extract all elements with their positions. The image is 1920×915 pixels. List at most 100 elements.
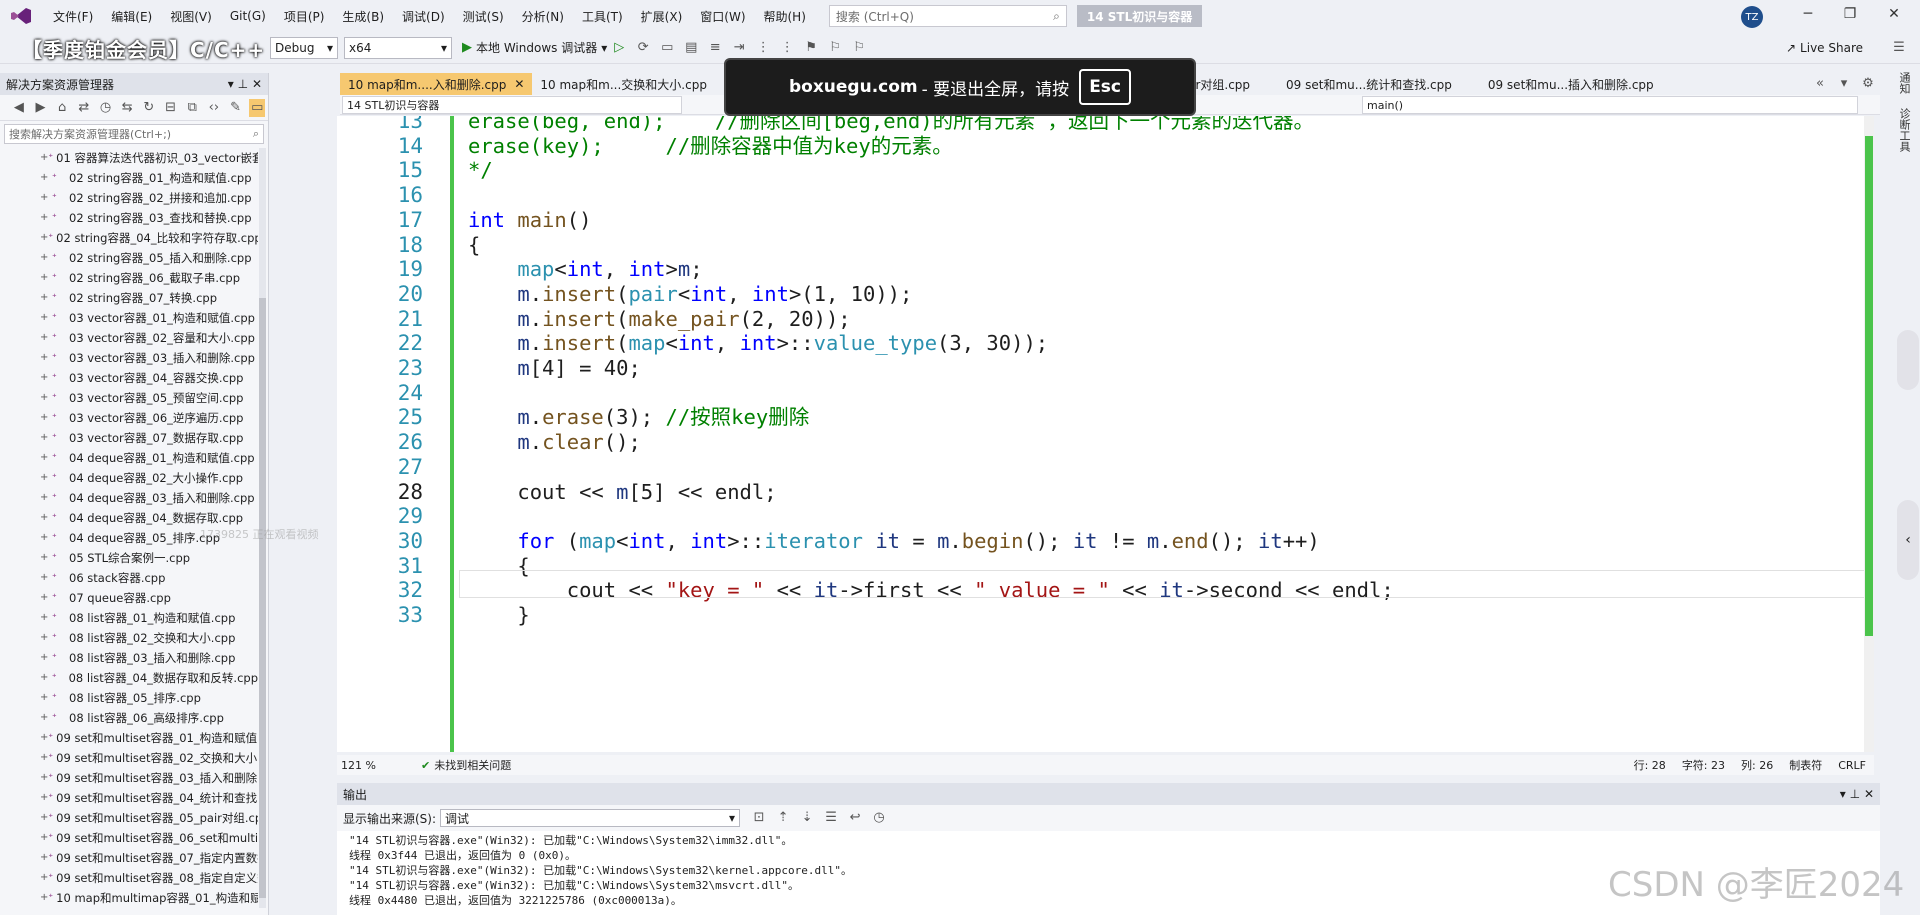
expand-icon[interactable]: + bbox=[40, 508, 52, 528]
solution-file-item[interactable]: + ⁺ 08 list容器_01_构造和赋值.cpp bbox=[0, 608, 258, 628]
expand-icon[interactable]: + bbox=[40, 708, 52, 728]
comment-icon[interactable]: ⋮ bbox=[754, 39, 772, 57]
tab-active[interactable]: 10 map和m....入和删除.cpp ✕ bbox=[340, 73, 533, 95]
expand-icon[interactable]: + bbox=[40, 868, 48, 888]
menu-project[interactable]: 项目(P) bbox=[275, 8, 334, 25]
expand-icon[interactable]: + bbox=[40, 388, 52, 408]
find-message-icon[interactable]: ⊡ bbox=[750, 809, 768, 827]
start-debugging-button[interactable]: ▶ 本地 Windows 调试器 ▾ bbox=[462, 39, 607, 56]
solution-file-item[interactable]: +⁺09 set和multiset容器_07_指定内置数据类型排 bbox=[0, 848, 258, 868]
tabs-indicator[interactable]: 制表符 bbox=[1789, 757, 1822, 773]
timestamp-icon[interactable]: ◷ bbox=[870, 809, 888, 827]
solution-file-item[interactable]: + ⁺ 02 string容器_06_截取子串.cpp bbox=[0, 268, 258, 288]
prev-message-icon[interactable]: ⇡ bbox=[774, 809, 792, 827]
solution-file-item[interactable]: + ⁺ 02 string容器_01_构造和赋值.cpp bbox=[0, 168, 258, 188]
solution-file-item[interactable]: + ⁺ 03 vector容器_03_插入和删除.cpp bbox=[0, 348, 258, 368]
sync-icon[interactable]: ⇆ bbox=[119, 99, 135, 117]
notifications-tab[interactable]: 通知 bbox=[1896, 72, 1912, 94]
solution-file-item[interactable]: +⁺09 set和multiset容器_06_set和multiset区别.c bbox=[0, 828, 258, 848]
menu-extensions[interactable]: 扩展(X) bbox=[632, 8, 692, 25]
properties-icon[interactable]: ✎ bbox=[228, 99, 244, 117]
expand-icon[interactable]: + bbox=[40, 568, 52, 588]
scroll-handle[interactable] bbox=[1897, 330, 1919, 390]
tab-overflow-icon[interactable]: « bbox=[1811, 75, 1829, 93]
solution-file-item[interactable]: + ⁺ 03 vector容器_07_数据存取.cpp bbox=[0, 428, 258, 448]
solution-file-item[interactable]: + ⁺ 03 vector容器_06_逆序遍历.cpp bbox=[0, 408, 258, 428]
switch-views-icon[interactable]: ⇄ bbox=[76, 99, 92, 117]
solution-file-item[interactable]: + ⁺ 04 deque容器_04_数据存取.cpp bbox=[0, 508, 258, 528]
menu-tools[interactable]: 工具(T) bbox=[573, 8, 632, 25]
solution-file-item[interactable]: +⁺09 set和multiset容器_03_插入和删除.cpp bbox=[0, 768, 258, 788]
expand-icon[interactable]: + bbox=[40, 308, 52, 328]
solution-file-item[interactable]: + ⁺ 02 string容器_04_比较和字符存取.cpp bbox=[0, 228, 258, 248]
expand-icon[interactable]: + bbox=[40, 328, 52, 348]
pin-icon[interactable]: ⊥ bbox=[238, 77, 248, 91]
restore-icon[interactable]: ❐ bbox=[1838, 6, 1862, 26]
prev-bookmark-icon[interactable]: ⚐ bbox=[826, 39, 844, 57]
expand-icon[interactable]: + bbox=[40, 588, 52, 608]
solution-file-item[interactable]: + ⁺ 03 vector容器_04_容器交换.cpp bbox=[0, 368, 258, 388]
expand-icon[interactable]: + bbox=[40, 808, 48, 828]
menu-build[interactable]: 生成(B) bbox=[333, 8, 393, 25]
expand-icon[interactable]: + bbox=[40, 528, 52, 548]
hot-reload-icon[interactable]: ⟳ bbox=[634, 39, 652, 57]
expand-icon[interactable]: + bbox=[40, 748, 48, 768]
close-icon[interactable]: ✕ bbox=[1882, 6, 1906, 26]
expand-icon[interactable]: + bbox=[40, 488, 52, 508]
solution-file-item[interactable]: + ⁺ 03 vector容器_01_构造和赋值.cpp bbox=[0, 308, 258, 328]
solution-file-item[interactable]: + ⁺ 02 string容器_07_转换.cpp bbox=[0, 288, 258, 308]
expand-icon[interactable]: + bbox=[40, 368, 52, 388]
menu-test[interactable]: 测试(S) bbox=[454, 8, 513, 25]
avatar[interactable]: TZ bbox=[1741, 6, 1763, 28]
close-panel-icon[interactable]: ✕ bbox=[252, 77, 262, 91]
dropdown-icon[interactable]: ▾ bbox=[228, 77, 234, 91]
solution-file-item[interactable]: +⁺09 set和multiset容器_01_构造和赋值.cpp bbox=[0, 728, 258, 748]
close-panel-icon[interactable]: ✕ bbox=[1864, 787, 1874, 801]
issues-status[interactable]: 未找到相关问题 bbox=[434, 757, 511, 773]
menu-git[interactable]: Git(G) bbox=[221, 9, 275, 23]
expand-icon[interactable]: + bbox=[40, 168, 52, 188]
code-editor[interactable]: 13 erase(beg, end); //删除区间[beg,end)的所有元素 … bbox=[337, 116, 1874, 752]
expand-icon[interactable]: + bbox=[40, 728, 48, 748]
expand-icon[interactable]: + bbox=[40, 628, 52, 648]
solution-file-item[interactable]: + ⁺ 04 deque容器_03_插入和删除.cpp bbox=[0, 488, 258, 508]
menu-edit[interactable]: 编辑(E) bbox=[102, 8, 161, 25]
back-icon[interactable]: ◀ bbox=[11, 99, 27, 117]
solution-file-item[interactable]: + ⁺ 09 set和multiset容器_05_pair对组.cpp bbox=[0, 808, 258, 828]
configuration-select[interactable]: Debug ▾ bbox=[270, 36, 338, 59]
solution-file-item[interactable]: + ⁺ 08 list容器_02_交换和大小.cpp bbox=[0, 628, 258, 648]
code-view-icon[interactable]: ‹› bbox=[206, 99, 222, 117]
expand-icon[interactable]: + bbox=[40, 248, 52, 268]
expand-icon[interactable]: + bbox=[40, 768, 48, 788]
solution-file-item[interactable]: + ⁺ 07 queue容器.cpp bbox=[0, 588, 258, 608]
tab-list-icon[interactable]: ▾ bbox=[1835, 75, 1853, 93]
show-all-files-icon[interactable]: ⧉ bbox=[184, 99, 200, 117]
home-icon[interactable]: ⌂ bbox=[54, 99, 70, 117]
solution-file-item[interactable]: + ⁺ 03 vector容器_05_预留空间.cpp bbox=[0, 388, 258, 408]
expand-icon[interactable]: + bbox=[40, 288, 52, 308]
feedback-icon[interactable]: ☰ bbox=[1890, 39, 1908, 57]
solution-file-item[interactable]: + ⁺ 04 deque容器_01_构造和赋值.cpp bbox=[0, 448, 258, 468]
project-select[interactable]: 14 STL初识与容器 bbox=[342, 96, 682, 114]
expand-icon[interactable]: + bbox=[40, 468, 52, 488]
expand-icon[interactable]: + bbox=[40, 828, 48, 848]
uncomment-icon[interactable]: ⋮ bbox=[778, 39, 796, 57]
preview-icon[interactable]: ▭ bbox=[249, 98, 266, 117]
menu-file[interactable]: 文件(F) bbox=[44, 8, 102, 25]
solution-file-item[interactable]: +⁺09 set和multiset容器_08_指定自定义数据类型 bbox=[0, 868, 258, 888]
word-wrap-icon[interactable]: ↩ bbox=[846, 809, 864, 827]
expand-icon[interactable]: + bbox=[40, 448, 52, 468]
tab[interactable]: 09 set和mu...插入和删除.cpp bbox=[1480, 73, 1662, 95]
tab[interactable]: 09 set和mu...统计和查找.cpp bbox=[1278, 73, 1460, 95]
start-without-debugging-icon[interactable]: ▷ bbox=[610, 39, 628, 57]
expand-icon[interactable]: + bbox=[40, 268, 52, 288]
expand-icon[interactable]: + bbox=[40, 228, 48, 248]
expand-icon[interactable]: + bbox=[40, 428, 52, 448]
folder-icon[interactable]: ▭ bbox=[658, 39, 676, 57]
editor-scrollbar[interactable] bbox=[1864, 116, 1874, 752]
solution-file-item[interactable]: +⁺09 set和multiset容器_04_统计和查找.cpp bbox=[0, 788, 258, 808]
expand-icon[interactable]: + bbox=[40, 648, 52, 668]
tab[interactable]: 10 map和m...交换和大小.cpp bbox=[532, 73, 715, 95]
expand-icon[interactable]: + bbox=[40, 548, 52, 568]
solution-file-item[interactable]: + ⁺ 02 string容器_02_拼接和追加.cpp bbox=[0, 188, 258, 208]
